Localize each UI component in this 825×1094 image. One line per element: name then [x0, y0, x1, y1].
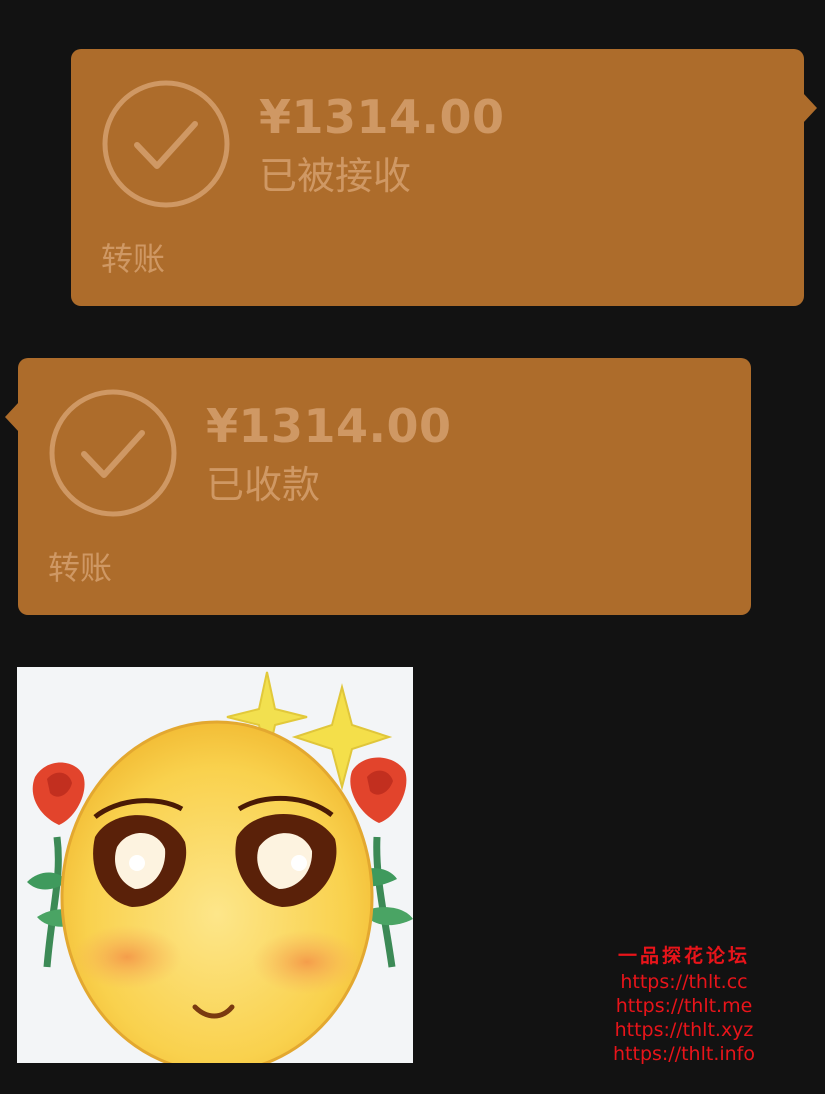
transfer-message-sent[interactable]: ¥1314.00 已被接收 转账: [71, 49, 817, 306]
transfer-amount: ¥1314.00: [206, 399, 452, 453]
check-circle-icon: [49, 389, 177, 517]
watermark-title: 一品探花论坛: [617, 945, 750, 967]
watermark-link[interactable]: https://thlt.xyz: [596, 1018, 772, 1042]
transfer-message-received[interactable]: ¥1314.00 已收款 转账: [5, 358, 751, 615]
transfer-label: 转账: [101, 240, 166, 278]
sticker-image[interactable]: [17, 667, 413, 1063]
transfer-amount: ¥1314.00: [259, 90, 505, 144]
bubble-tail: [5, 402, 19, 432]
bubble-tail: [803, 93, 817, 123]
transfer-label: 转账: [48, 549, 113, 587]
check-circle-icon: [102, 80, 230, 208]
forum-watermark: 一品探花论坛 https://thlt.cc https://thlt.me h…: [596, 942, 772, 1066]
watermark-link[interactable]: https://thlt.info: [596, 1042, 772, 1066]
watermark-link[interactable]: https://thlt.me: [596, 994, 772, 1018]
sticker-emoji-with-roses-icon: [17, 667, 413, 1063]
transfer-status: 已被接收: [259, 154, 412, 198]
transfer-status: 已收款: [206, 463, 321, 507]
watermark-link[interactable]: https://thlt.cc: [596, 970, 772, 994]
